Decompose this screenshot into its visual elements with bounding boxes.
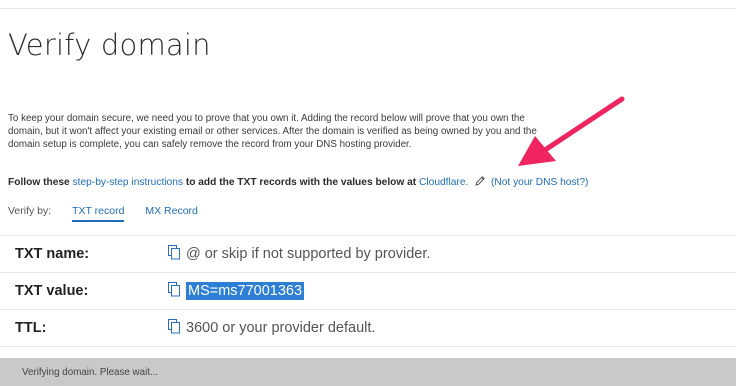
page-title: Verify domain (8, 28, 211, 62)
follow-middle: to add the TXT records with the values b… (185, 177, 417, 188)
record-label: TXT value: (15, 283, 89, 299)
copy-icon[interactable] (168, 319, 181, 334)
intro-text: To keep your domain secure, we need you … (8, 113, 537, 151)
copy-icon[interactable] (168, 245, 181, 260)
record-label: TXT name: (15, 246, 90, 262)
selected-record-value[interactable]: MS=ms77001363 (186, 282, 305, 300)
follow-prefix: Follow these (8, 177, 70, 188)
status-text: Verifying domain. Please wait... (22, 367, 159, 378)
record-label: TTL: (15, 320, 47, 336)
record-value: MS=ms77001363 (168, 282, 305, 300)
record-row-txt-name: TXT name: @ or skip if not supported by … (0, 235, 736, 272)
pencil-icon[interactable] (474, 175, 486, 187)
record-row-txt-value: TXT value: MS=ms77001363 (0, 272, 736, 309)
verify-by-label: Verify by: (8, 205, 52, 217)
record-value: 3600 or your provider default. (168, 319, 375, 336)
status-bar: Verifying domain. Please wait... (0, 358, 736, 386)
copy-icon[interactable] (168, 282, 181, 297)
record-value-text: 3600 or your provider default. (186, 320, 376, 336)
top-divider (0, 8, 736, 9)
dns-host-link[interactable]: Cloudflare. (419, 177, 468, 188)
record-row-ttl: TTL: 3600 or your provider default. (0, 309, 736, 347)
instructions-line: Follow these step-by-step instructions t… (8, 175, 588, 188)
instructions-link[interactable]: step-by-step instructions (73, 177, 183, 188)
tab-txt-record[interactable]: TXT record (72, 205, 125, 222)
tab-mx-record[interactable]: MX Record (145, 205, 198, 220)
records-table: TXT name: @ or skip if not supported by … (0, 235, 736, 347)
record-value-text: @ or skip if not supported by provider. (186, 246, 431, 262)
not-dns-host-link[interactable]: (Not your DNS host?) (491, 177, 588, 188)
record-value: @ or skip if not supported by provider. (168, 245, 430, 262)
verify-by-row: Verify by: TXT record MX Record (8, 205, 216, 222)
